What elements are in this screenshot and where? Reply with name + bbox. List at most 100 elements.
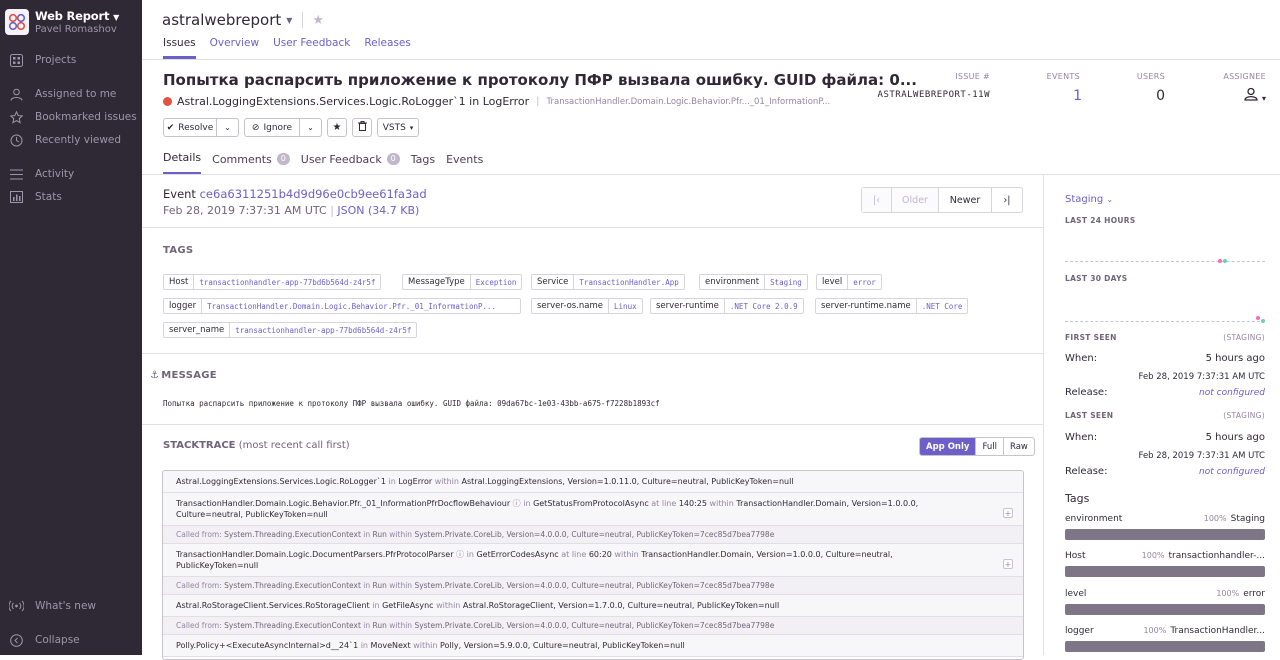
anchor-icon: ⚓ <box>150 370 160 381</box>
comments-count-badge: 0 <box>276 153 290 165</box>
vsts-button[interactable]: VSTS ▾ <box>377 118 419 137</box>
tag-value: transactionhandler-app-77bd6b564d-z4r5f <box>193 275 380 289</box>
vsts-label: VSTS <box>382 122 406 133</box>
chevron-down-icon[interactable]: ▼ <box>286 16 292 25</box>
first-event-button[interactable]: |‹ <box>862 188 892 212</box>
resolve-dropdown-button[interactable]: ⌄ <box>217 118 239 137</box>
tag-level[interactable]: level error <box>816 274 882 290</box>
tag-logger[interactable]: logger TransactionHandler.Domain.Logic.Be… <box>163 298 521 314</box>
called-from-row: Called from: System.Threading.ExecutionC… <box>163 617 1023 635</box>
app-only-button[interactable]: App Only <box>920 438 977 455</box>
sidebar-item-recent[interactable]: Recently viewed <box>8 132 121 148</box>
tag-environment[interactable]: environment Staging <box>699 274 808 290</box>
frame-in: in <box>372 601 380 610</box>
first-seen-release-label: Release: <box>1065 387 1108 398</box>
sidebar-item-label: Activity <box>35 168 75 180</box>
last-24-hours-label: LAST 24 HOURS <box>1065 216 1136 225</box>
tag-distribution-bar[interactable] <box>1065 604 1265 615</box>
sidebar-item-bookmarks[interactable]: Bookmarked issues <box>8 109 137 125</box>
issue-title: Попытка распарсить приложение к протокол… <box>163 71 917 89</box>
bookmark-star-icon[interactable]: ★ <box>312 13 324 28</box>
tab-events[interactable]: Events <box>446 151 483 175</box>
tab-label: Details <box>163 151 202 164</box>
raw-button[interactable]: Raw <box>1004 438 1034 455</box>
sidebar-item-label: What's new <box>35 600 96 612</box>
tag-server-runtime[interactable]: server-runtime .NET Core 2.0.9 <box>650 298 804 314</box>
tab-issues[interactable]: Issues <box>163 37 196 59</box>
tab-tags[interactable]: Tags <box>411 151 435 175</box>
tag-server-name[interactable]: server_name transactionhandler-app-77bd6b… <box>163 322 418 338</box>
last-event-button[interactable]: ›| <box>992 188 1022 212</box>
tag-distribution-bar[interactable] <box>1065 641 1265 652</box>
org-switcher[interactable]: Web Report ▼ Pavel Romashov <box>5 9 119 35</box>
tab-comments[interactable]: Comments 0 <box>212 151 290 175</box>
events-label: EVENTS <box>1046 72 1080 81</box>
frame-row[interactable]: Polly.Policy+<ExecuteAsyncInternal>d__24… <box>163 635 1023 657</box>
called-function: System.Threading.ExecutionContext <box>224 581 361 590</box>
divider <box>142 353 1044 354</box>
tab-overview[interactable]: Overview <box>210 37 259 59</box>
frame-method: GetErrorCodesAsync <box>476 550 559 559</box>
divider <box>302 12 304 28</box>
tag-distribution-bar[interactable] <box>1065 529 1265 540</box>
frame-row[interactable]: Astral.RoStorageClient.Services.RoStorag… <box>163 595 1023 617</box>
first-seen-label: FIRST SEEN <box>1065 333 1117 342</box>
project-selector[interactable]: astralwebreport <box>162 11 281 29</box>
expand-frame-button[interactable]: + <box>1003 559 1013 569</box>
ignore-dropdown-button[interactable]: ⌄ <box>300 118 322 137</box>
frame-row[interactable]: TransactionHandler.Domain.Logic.Behavior… <box>163 493 1023 526</box>
tag-server-runtime-name[interactable]: server-runtime.name .NET Core <box>815 298 969 314</box>
sidebar-item-stats[interactable]: Stats <box>8 189 62 205</box>
last-seen-release[interactable]: not configured <box>1199 467 1265 477</box>
frame-row[interactable]: TransactionHandler.Domain.Logic.Document… <box>163 544 1023 577</box>
json-link[interactable]: JSON (34.7 KB) <box>337 204 419 217</box>
user-icon <box>8 86 24 102</box>
tag-value: TransactionHandler.App <box>573 275 683 289</box>
resolve-button[interactable]: ✔ Resolve <box>163 118 217 137</box>
events-stat: EVENTS 1 <box>1030 72 1082 104</box>
tab-user-feedback[interactable]: User Feedback 0 <box>301 151 400 175</box>
called-function: System.Threading.ExecutionContext <box>224 530 361 539</box>
bookmark-button[interactable]: ★ <box>327 118 347 137</box>
divider: | <box>330 204 334 217</box>
tag-value: transactionhandler-app-77bd6b564d-z4r5f <box>229 323 416 337</box>
sidebar-item-projects[interactable]: Projects <box>8 52 76 68</box>
tab-details[interactable]: Details <box>163 151 202 175</box>
message-heading-label: MESSAGE <box>161 370 217 381</box>
ignore-button[interactable]: ⊘ Ignore <box>244 118 300 137</box>
tag-distribution-bar[interactable] <box>1065 566 1265 577</box>
sidebar-item-label: Assigned to me <box>35 88 117 100</box>
full-button[interactable]: Full <box>976 438 1004 455</box>
tag-message-type[interactable]: MessageType Exception <box>402 274 523 290</box>
tag-summary-percent: 100% <box>1203 514 1227 523</box>
newer-event-button[interactable]: Newer <box>939 188 992 212</box>
older-event-button[interactable]: Older <box>892 188 939 212</box>
first-seen-release[interactable]: not configured <box>1199 388 1265 398</box>
environment-selector[interactable]: Staging ⌄ <box>1065 194 1113 205</box>
sidebar-item-whats-new[interactable]: What's new <box>8 598 96 614</box>
tab-releases[interactable]: Releases <box>364 37 411 59</box>
projects-icon <box>8 52 24 68</box>
tag-server-os-name[interactable]: server-os.name Linux <box>531 298 643 314</box>
tag-service[interactable]: Service TransactionHandler.App <box>531 274 685 290</box>
frame-in: in <box>360 641 368 650</box>
star-icon: ★ <box>332 122 342 133</box>
sidebar-item-assigned[interactable]: Assigned to me <box>8 86 116 102</box>
delete-button[interactable] <box>352 118 372 137</box>
sidebar-item-activity[interactable]: Activity <box>8 166 74 182</box>
tag-host[interactable]: Host transactionhandler-app-77bd6b564d-z4… <box>163 274 382 290</box>
tag-key: server-runtime.name <box>821 301 911 311</box>
events-count[interactable]: 1 <box>1030 88 1082 104</box>
divider: | <box>536 96 540 107</box>
tag-summary-key: environment <box>1065 514 1123 524</box>
event-id-link[interactable]: ce6a6311251b4d9d96e0cb9ee61fa3ad <box>200 187 427 201</box>
frame-row[interactable]: Astral.LoggingExtensions.Services.Logic.… <box>163 471 1023 493</box>
environment-label: Staging <box>1065 194 1104 205</box>
expand-frame-button[interactable]: + <box>1003 508 1013 518</box>
sidebar-item-label: Recently viewed <box>35 134 122 146</box>
assignee-selector[interactable]: ▾ <box>1200 87 1266 104</box>
event-date: Feb 28, 2019 7:37:31 AM UTC <box>163 204 327 217</box>
tab-user-feedback[interactable]: User Feedback <box>273 37 350 59</box>
sidebar-item-collapse[interactable]: Collapse <box>8 632 80 648</box>
broadcast-icon <box>8 598 24 614</box>
